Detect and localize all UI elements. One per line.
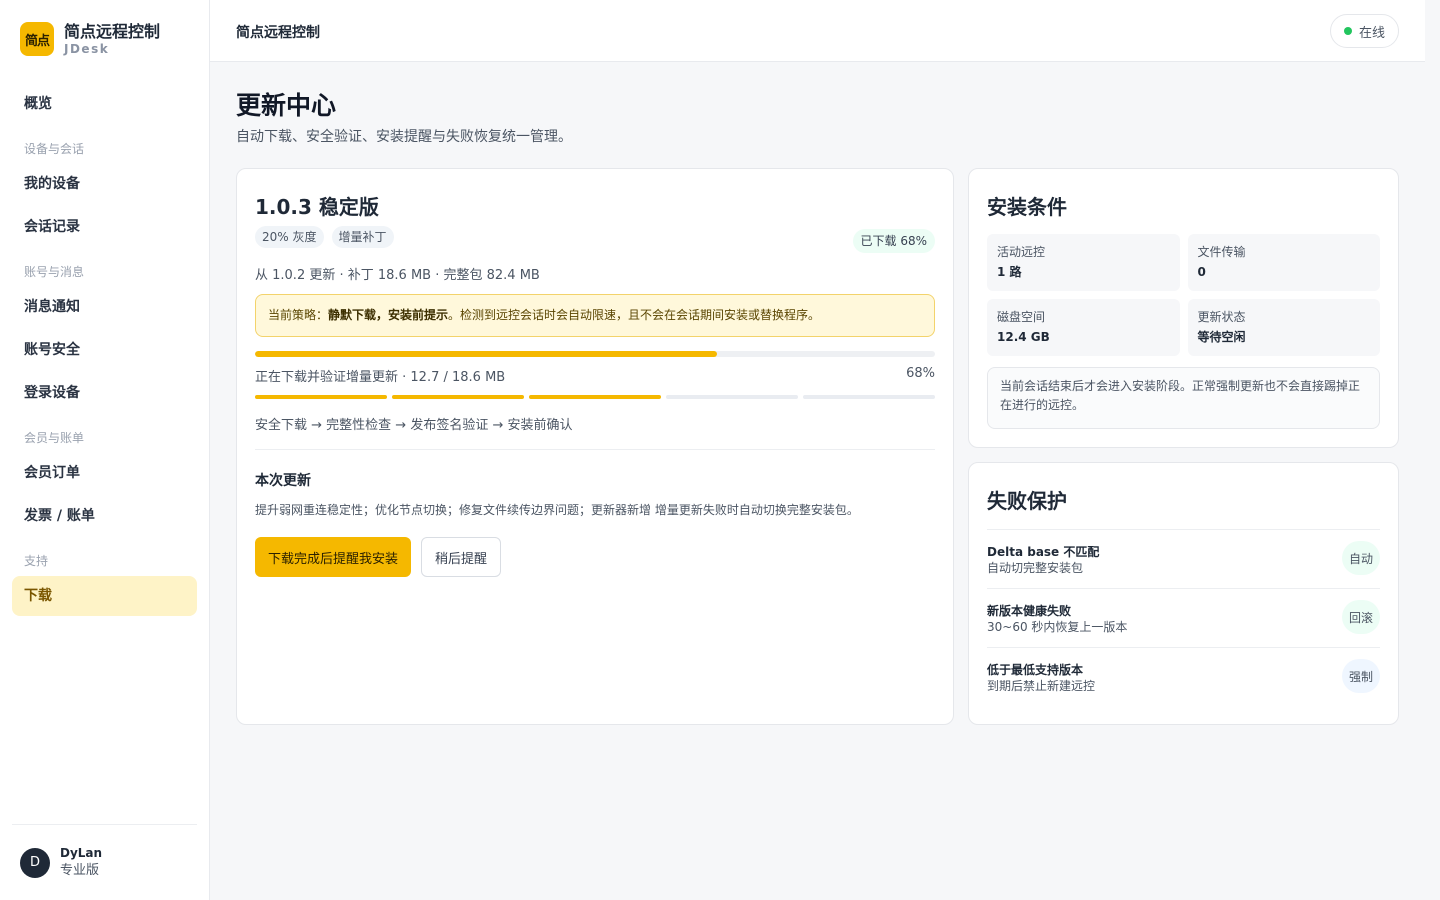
step-segment [803, 395, 935, 399]
version-title: 1.0.3 稳定版 [255, 195, 379, 219]
sidebar-item-invoices[interactable]: 发票 / 账单 [12, 496, 197, 536]
online-dot-icon [1343, 27, 1352, 35]
install-conditions-card: 安装条件 活动远控 1 路 文件传输 0 磁盘空间 12.4 GB 更新状态 等… [968, 168, 1399, 448]
list-item: 新版本健康失败 30~60 秒内恢复上一版本 回滚 [987, 588, 1380, 647]
remind-install-button[interactable]: 下载完成后提醒我安装 [255, 537, 412, 577]
condition-label: 文件传输 [1197, 245, 1246, 259]
failsafe-card: 失败保护 Delta base 不匹配 自动切完整安装包 自动 新版本健康失败 … [968, 462, 1399, 725]
failsafe-item-title: Delta base 不匹配 [987, 545, 1100, 559]
release-notes-title: 本次更新 [255, 473, 311, 489]
download-progress-fill [255, 351, 718, 357]
sidebar-item-sessions[interactable]: 会话记录 [12, 207, 197, 247]
sidebar-group-account: 账号与消息 [24, 265, 85, 279]
tag-rollout: 20% 灰度 [255, 226, 324, 248]
conditions-grid: 活动远控 1 路 文件传输 0 磁盘空间 12.4 GB 更新状态 等待空闲 [987, 234, 1380, 356]
condition-value: 0 [1197, 265, 1206, 279]
page-title: 更新中心 [236, 91, 337, 120]
step-segment [392, 395, 524, 399]
install-conditions-title: 安装条件 [987, 195, 1067, 219]
sidebar-item-overview[interactable]: 概览 [12, 84, 197, 124]
sidebar-group-support: 支持 [24, 554, 49, 568]
conditions-note: 当前会话结束后才会进入安装阶段。正常强制更新也不会直接踢掉正在进行的远控。 [987, 367, 1380, 429]
condition-value: 12.4 GB [997, 330, 1050, 344]
progress-text: 正在下载并验证增量更新 · 12.7 / 18.6 MB [255, 370, 506, 385]
progress-percent: 68% [906, 366, 935, 381]
list-item: 低于最低支持版本 到期后禁止新建远控 强制 [987, 647, 1380, 706]
version-meta: 从 1.0.2 更新 · 补丁 18.6 MB · 完整包 82.4 MB [255, 268, 540, 283]
failsafe-item-desc: 自动切完整安装包 [987, 561, 1084, 575]
divider [255, 449, 935, 450]
avatar: D [20, 847, 50, 878]
update-card: 1.0.3 稳定版 20% 灰度 增量补丁 已下载 68% 从 1.0.2 更新… [236, 168, 954, 725]
failsafe-item-desc: 到期后禁止新建远控 [987, 679, 1096, 693]
policy-notice: 当前策略：静默下载，安装前提示。检测到远控会话时会自动限速，且不会在会话期间安装… [255, 294, 935, 337]
download-progress-bar [255, 351, 935, 357]
online-status-label: 在线 [1358, 25, 1385, 41]
condition-label: 更新状态 [1197, 310, 1246, 324]
user-plan: 专业版 [60, 863, 100, 878]
user-info: DyLan 专业版 [60, 845, 102, 880]
sidebar-item-my-devices[interactable]: 我的设备 [12, 164, 197, 204]
brand-text: 简点远程控制 JDesk [64, 22, 160, 56]
status-badge: 强制 [1342, 659, 1380, 693]
sidebar-nav: 概览 设备与会话 我的设备 会话记录 账号与消息 消息通知 账号安全 登录设备 … [12, 84, 197, 619]
policy-bold: 静默下载，安装前提示 [328, 308, 449, 322]
brand-sub: JDesk [64, 42, 110, 56]
step-segment [255, 395, 387, 399]
condition-update-status: 更新状态 等待空闲 [1187, 299, 1380, 356]
failsafe-title: 失败保护 [987, 489, 1067, 513]
sidebar-group-devices: 设备与会话 [24, 142, 85, 156]
condition-disk-space: 磁盘空间 12.4 GB [987, 299, 1180, 356]
brand[interactable]: 简点 简点远程控制 JDesk [20, 22, 160, 56]
sidebar-group-member: 会员与账单 [24, 431, 85, 445]
failsafe-item-desc: 30~60 秒内恢复上一版本 [987, 620, 1128, 634]
status-badge: 自动 [1342, 541, 1380, 575]
sidebar: 简点 简点远程控制 JDesk 概览 设备与会话 我的设备 会话记录 账号与消息… [0, 0, 210, 900]
status-badge: 回滚 [1342, 600, 1380, 634]
sidebar-item-security[interactable]: 账号安全 [12, 330, 197, 370]
condition-value: 1 路 [997, 265, 1022, 279]
brand-logo: 简点 [20, 22, 54, 56]
user-profile[interactable]: D DyLan 专业版 [12, 824, 197, 900]
step-segment [529, 395, 661, 399]
condition-label: 磁盘空间 [997, 310, 1046, 324]
failsafe-item-title: 低于最低支持版本 [987, 663, 1084, 677]
topbar-title: 简点远程控制 [236, 25, 320, 41]
failsafe-list: Delta base 不匹配 自动切完整安装包 自动 新版本健康失败 30~60… [987, 529, 1380, 706]
topbar: 简点远程控制 在线 [210, 0, 1425, 62]
brand-name: 简点远程控制 [64, 22, 161, 41]
condition-value: 等待空闲 [1197, 330, 1246, 344]
sidebar-item-download[interactable]: 下载 [12, 576, 197, 616]
remind-later-button[interactable]: 稍后提醒 [421, 537, 502, 577]
step-segment [666, 395, 798, 399]
release-notes-body: 提升弱网重连稳定性；优化节点切换；修复文件续传边界问题；更新器新增 增量更新失败… [255, 503, 859, 517]
condition-active-remote: 活动远控 1 路 [987, 234, 1180, 291]
condition-label: 活动远控 [997, 245, 1046, 259]
tag-patch: 增量补丁 [331, 226, 394, 248]
online-status-badge[interactable]: 在线 [1329, 14, 1399, 48]
failsafe-item-title: 新版本健康失败 [987, 604, 1072, 618]
version-tags: 20% 灰度 增量补丁 [255, 226, 402, 248]
policy-prefix: 当前策略： [268, 308, 329, 322]
list-item: Delta base 不匹配 自动切完整安装包 自动 [987, 529, 1380, 588]
page-subtitle: 自动下载、安全验证、安装提醒与失败恢复统一管理。 [236, 129, 572, 145]
downloaded-badge: 已下载 68% [852, 229, 935, 253]
sidebar-item-notifications[interactable]: 消息通知 [12, 287, 197, 327]
step-indicator [255, 395, 935, 399]
condition-file-transfer: 文件传输 0 [1187, 234, 1380, 291]
user-name: DyLan [60, 846, 103, 860]
sidebar-item-orders[interactable]: 会员订单 [12, 453, 197, 493]
step-labels: 安全下载 → 完整性检查 → 发布签名验证 → 安装前确认 [255, 418, 573, 433]
policy-rest: 。检测到远控会话时会自动限速，且不会在会话期间安装或替换程序。 [448, 308, 821, 322]
sidebar-item-login-devices[interactable]: 登录设备 [12, 373, 197, 413]
